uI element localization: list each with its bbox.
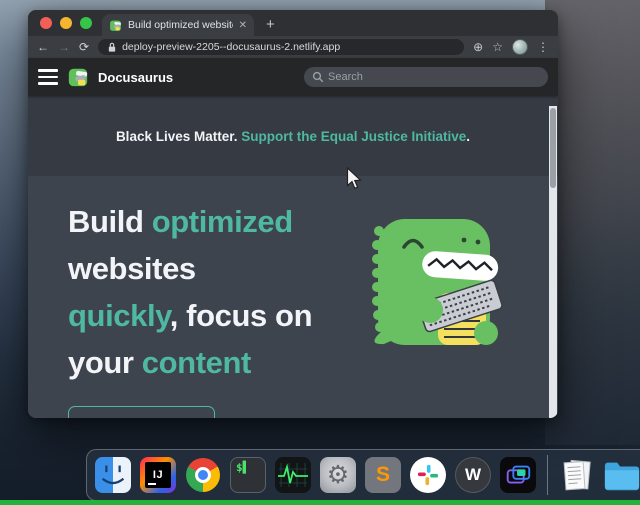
url-text: deploy-preview-2205--docusaurus-2.netlif…	[122, 41, 340, 53]
lock-icon	[107, 42, 117, 53]
reload-icon[interactable]: ⟳	[79, 41, 89, 53]
scrollbar-thumb[interactable]	[550, 108, 556, 188]
tab-strip: Build optimized websites quick ✕ +	[28, 10, 558, 36]
docusaurus-logo[interactable]	[67, 66, 89, 88]
docusaurus-favicon	[109, 19, 122, 32]
site-navbar: Docusaurus	[28, 58, 558, 96]
announcement-link[interactable]: Support the Equal Justice Initiative	[241, 129, 466, 144]
browser-tab[interactable]: Build optimized websites quick ✕	[102, 14, 254, 36]
hero-title: Build optimized websites quickly, focus on…	[68, 198, 373, 386]
profile-avatar[interactable]	[512, 39, 528, 55]
screen-recording-indicator-line	[0, 500, 640, 505]
dock-icon-downloads-folder[interactable]	[603, 456, 640, 494]
close-window-button[interactable]	[40, 17, 52, 29]
hero-title-segment: websites	[68, 251, 196, 286]
new-tab-button[interactable]: +	[266, 16, 275, 33]
page-content: Docusaurus Black Lives Matter. Support t…	[28, 58, 558, 418]
dock-icon-terminal[interactable]: $▌	[229, 456, 267, 494]
hero-title-segment: , focus on	[170, 298, 312, 333]
announcement-suffix: .	[466, 129, 470, 144]
browser-menu-icon[interactable]: ⋮	[537, 40, 549, 54]
window-controls	[28, 10, 102, 36]
mouse-cursor	[346, 167, 362, 191]
browser-window: Build optimized websites quick ✕ + ← → ⟳…	[28, 10, 558, 418]
minimize-window-button[interactable]	[60, 17, 72, 29]
tab-close-icon[interactable]: ✕	[239, 20, 247, 31]
hamburger-menu-icon[interactable]	[38, 69, 58, 85]
dock-icon-documents-stack[interactable]	[558, 456, 596, 494]
announcement-text: Black Lives Matter.	[116, 129, 241, 144]
dock-icon-screens-app[interactable]	[499, 456, 537, 494]
dock-icon-system-preferences[interactable]: ⚙	[319, 456, 357, 494]
site-title[interactable]: Docusaurus	[98, 70, 173, 85]
dock-icon-workplace-chat[interactable]: W	[454, 456, 492, 494]
get-started-button[interactable]	[68, 406, 215, 418]
announcement-bar: Black Lives Matter. Support the Equal Ju…	[28, 96, 558, 176]
extensions-icon[interactable]: ⊕	[473, 40, 483, 54]
dock-icon-finder[interactable]	[94, 456, 132, 494]
search-container	[304, 67, 548, 87]
hero-title-segment: your	[68, 345, 142, 380]
back-icon[interactable]: ←	[37, 41, 49, 53]
dock-icon-activity-monitor[interactable]	[274, 456, 312, 494]
wallpaper-cliff	[545, 0, 640, 445]
zoom-window-button[interactable]	[80, 17, 92, 29]
dock: IJ $▌ ⚙S W	[86, 449, 640, 501]
desktop: Build optimized websites quick ✕ + ← → ⟳…	[0, 0, 640, 505]
dock-icon-sublime-text[interactable]: S	[364, 456, 402, 494]
dock-icon-intellij-idea[interactable]: IJ	[139, 456, 177, 494]
dock-icon-chrome[interactable]	[184, 456, 222, 494]
hero-title-segment: Build	[68, 204, 152, 239]
hero-title-segment: optimized	[152, 204, 293, 239]
hero-section: Build optimized websites quickly, focus on…	[28, 176, 558, 418]
bookmark-star-icon[interactable]: ☆	[492, 40, 503, 54]
browser-toolbar: ← → ⟳ deploy-preview-2205--docusaurus-2.…	[28, 36, 558, 58]
dock-divider	[547, 455, 548, 495]
tab-title: Build optimized websites quick	[128, 19, 233, 31]
forward-icon: →	[58, 41, 70, 53]
page-scrollbar[interactable]	[549, 106, 557, 418]
address-bar[interactable]: deploy-preview-2205--docusaurus-2.netlif…	[98, 39, 464, 55]
hero-title-segment: content	[142, 345, 251, 380]
search-icon	[312, 71, 324, 83]
dock-icon-slack[interactable]	[409, 456, 447, 494]
hero-title-segment: quickly	[68, 298, 170, 333]
search-input[interactable]	[304, 67, 548, 87]
docusaurus-mascot-illustration	[364, 212, 506, 350]
